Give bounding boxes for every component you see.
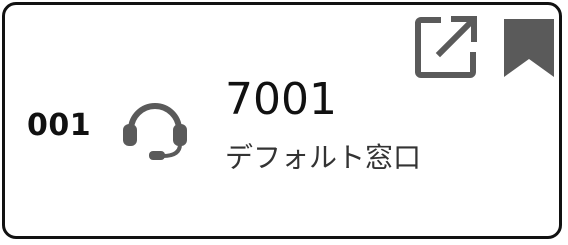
- open-in-new-button[interactable]: [413, 14, 479, 80]
- queue-name: デフォルト窓口: [225, 141, 422, 174]
- queue-card[interactable]: 001 7001 デフォルト窓口: [2, 2, 562, 239]
- open-in-new-icon: [415, 16, 477, 78]
- headset-icon: [117, 90, 193, 166]
- extension-number: 7001: [225, 74, 337, 125]
- bookmark-icon: [504, 19, 554, 77]
- sequence-number: 001: [27, 108, 92, 143]
- bookmark-button[interactable]: [500, 15, 558, 79]
